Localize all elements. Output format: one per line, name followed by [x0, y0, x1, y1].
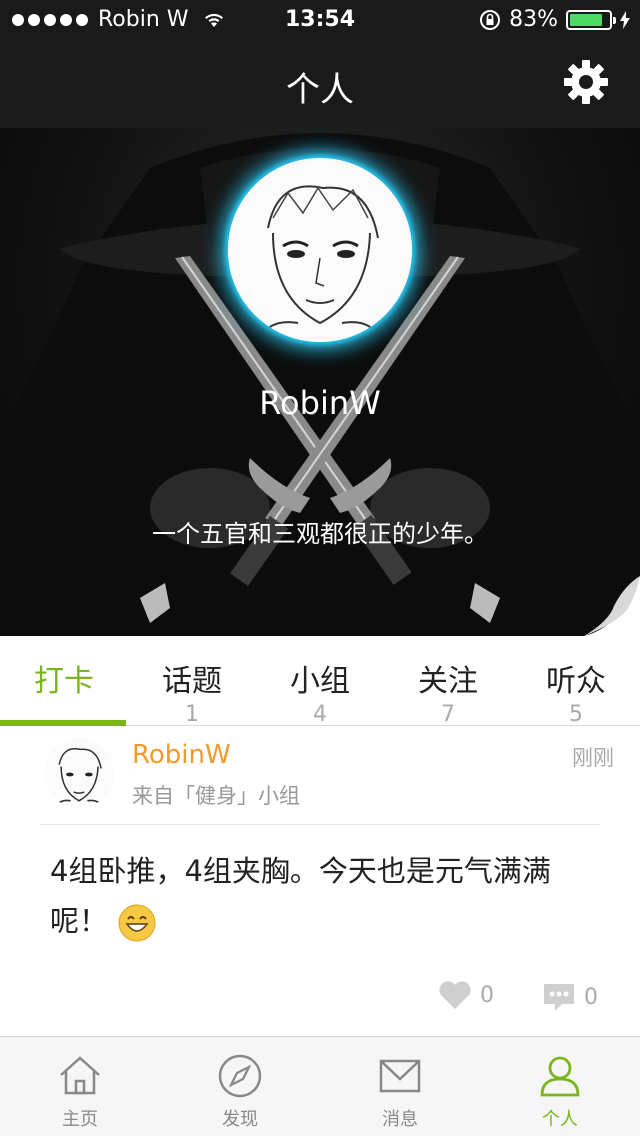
- profile-tabs: 打卡 话题 1 小组 4 关注 7 听众 5: [0, 636, 640, 727]
- tabbar-label: 消息: [382, 1109, 418, 1130]
- post-author-name[interactable]: RobinW: [132, 740, 231, 770]
- avatar-sketch-image: [228, 158, 412, 342]
- tab-count: 5: [569, 702, 583, 727]
- profile-avatar[interactable]: [228, 158, 412, 342]
- like-count: 0: [480, 982, 494, 1008]
- rotation-lock-icon: [480, 9, 501, 30]
- tab-label: 关注: [418, 664, 478, 699]
- checkin-post: RobinW 来自「健身」小组 刚刚 4组卧推，4组夹胸。今天也是元气满满呢！ …: [0, 726, 640, 1038]
- post-author-avatar[interactable]: [44, 738, 114, 808]
- page-curl-icon[interactable]: [584, 576, 640, 636]
- battery-fill: [570, 13, 602, 26]
- mail-icon: [379, 1059, 421, 1093]
- bottom-tab-bar: 主页 发现 消息 个人: [0, 1036, 640, 1136]
- tabbar-item-messages[interactable]: 消息: [320, 1037, 480, 1136]
- tabbar-item-home[interactable]: 主页: [0, 1037, 160, 1136]
- tabbar-label: 发现: [222, 1109, 258, 1130]
- post-content: 4组卧推，4组夹胸。今天也是元气满满呢！: [50, 846, 590, 946]
- tab-checkin[interactable]: 打卡: [0, 636, 128, 726]
- divider: [40, 824, 600, 825]
- tabbar-label: 主页: [62, 1109, 98, 1130]
- heart-icon: [439, 981, 471, 1009]
- person-icon: [540, 1056, 580, 1097]
- nav-bar: 个人: [0, 40, 640, 128]
- post-source-group[interactable]: 来自「健身」小组: [132, 780, 300, 810]
- compass-icon: [218, 1054, 262, 1098]
- post-timestamp: 刚刚: [572, 746, 614, 770]
- top-bar: Robin W 13:54 83% 个人: [0, 0, 640, 128]
- tab-count: 1: [185, 702, 199, 727]
- charging-icon: [620, 10, 630, 29]
- like-action[interactable]: 0: [438, 980, 494, 1010]
- tab-label: 打卡: [34, 664, 94, 699]
- avatar-sketch-image: [44, 738, 114, 808]
- tab-count: 7: [441, 702, 455, 727]
- profile-header: RobinW 一个五官和三观都很正的少年。: [0, 128, 640, 636]
- page-title: 个人: [286, 70, 354, 110]
- tab-label: 小组: [290, 664, 350, 699]
- tabbar-item-discover[interactable]: 发现: [160, 1037, 320, 1136]
- comment-action[interactable]: 0: [542, 982, 598, 1012]
- status-right: 83%: [479, 7, 630, 32]
- tab-groups[interactable]: 小组 4: [256, 636, 384, 727]
- tabbar-item-profile[interactable]: 个人: [480, 1037, 640, 1136]
- battery-percent: 83%: [509, 7, 558, 32]
- tab-label: 话题: [162, 664, 222, 699]
- tab-topics[interactable]: 话题 1: [128, 636, 256, 727]
- tab-label: 听众: [546, 664, 606, 699]
- profile-name: RobinW: [259, 384, 381, 422]
- tab-following[interactable]: 关注 7: [384, 636, 512, 727]
- gear-icon[interactable]: [562, 58, 610, 106]
- home-icon: [60, 1056, 100, 1095]
- tab-followers[interactable]: 听众 5: [512, 636, 640, 727]
- battery-icon: [566, 9, 616, 30]
- grinning-emoji-icon: [118, 904, 156, 942]
- status-bar: Robin W 13:54 83%: [0, 0, 640, 40]
- comment-icon: [544, 984, 574, 1011]
- comment-count: 0: [584, 984, 598, 1010]
- tab-count: 4: [313, 702, 327, 727]
- tabbar-label: 个人: [542, 1109, 578, 1130]
- profile-bio: 一个五官和三观都很正的少年。: [152, 520, 488, 548]
